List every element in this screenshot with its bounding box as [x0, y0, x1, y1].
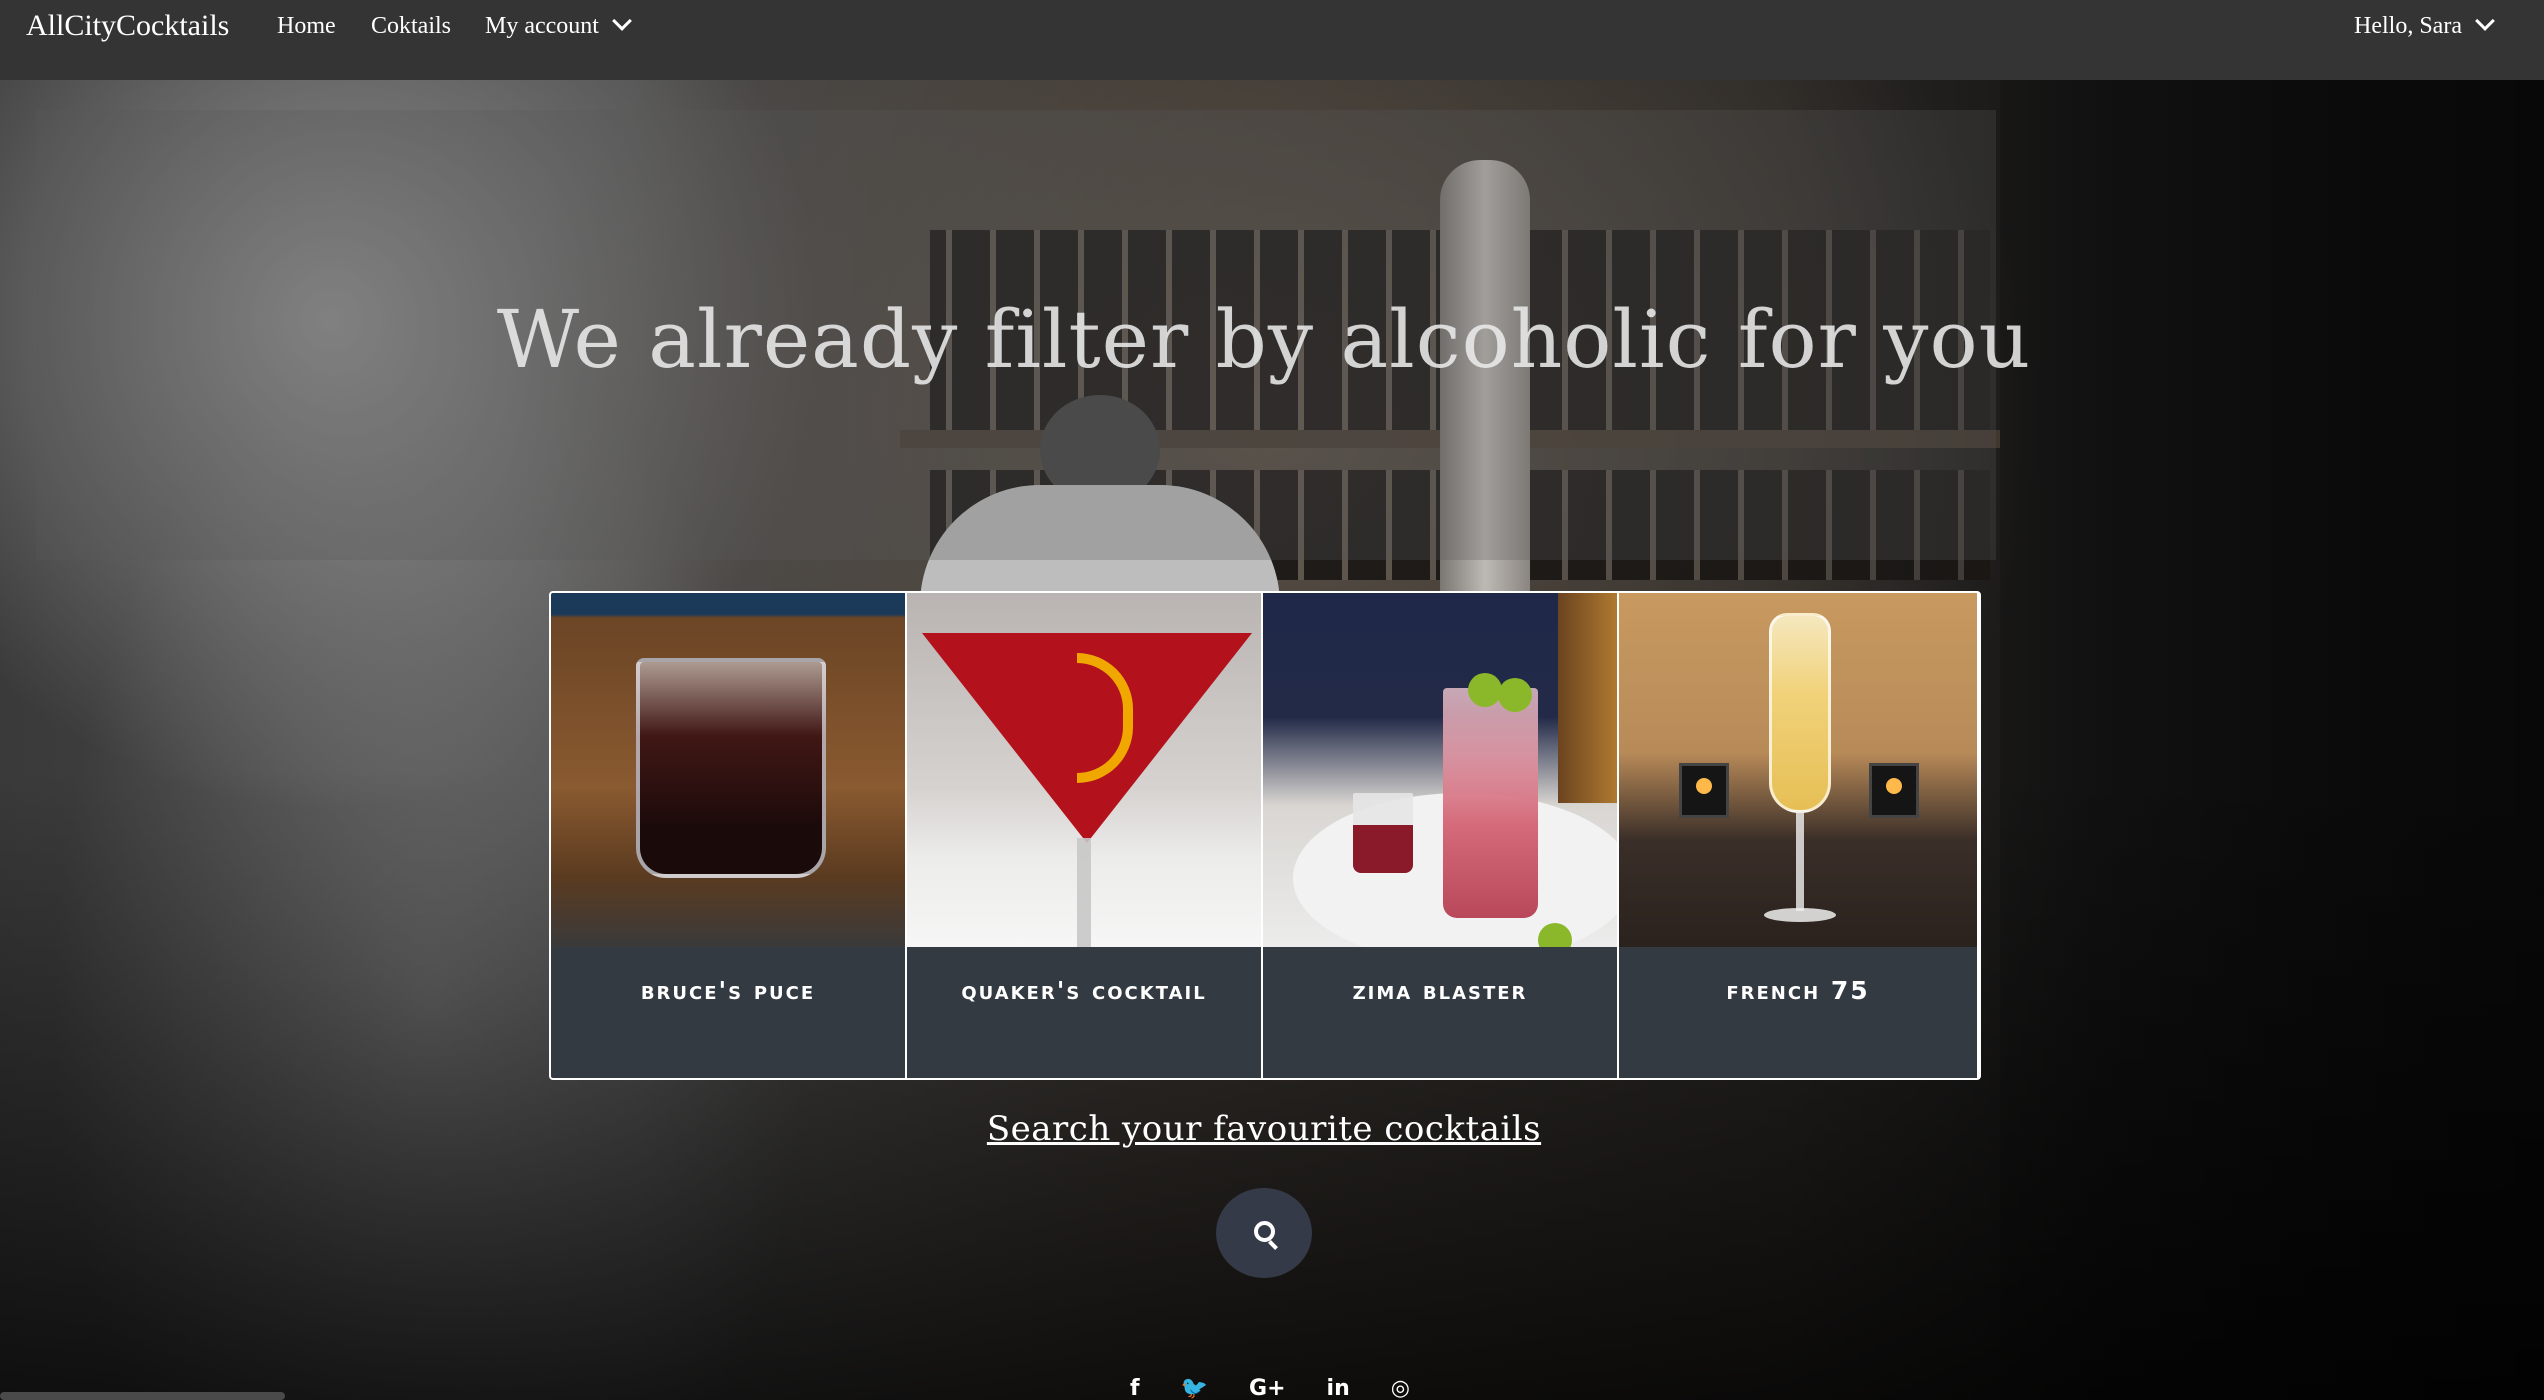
candle-drawing: [1869, 763, 1919, 818]
search-button[interactable]: [1216, 1188, 1312, 1278]
linkedin-icon[interactable]: in: [1327, 1378, 1350, 1400]
search-icon: [1254, 1221, 1275, 1242]
cocktail-image: [1263, 593, 1617, 947]
cocktail-name: Quaker's Cocktail: [907, 947, 1261, 1078]
cocktail-image: [907, 593, 1261, 947]
dribbble-icon[interactable]: ◎: [1391, 1378, 1410, 1400]
user-greeting: Hello, Sara: [2354, 13, 2462, 39]
social-links: f 🐦 G+ in ◎: [1130, 1378, 1410, 1400]
horizontal-scrollbar[interactable]: [0, 1392, 285, 1400]
top-navbar: AllCityCocktails Home Coktails My accoun…: [0, 0, 2544, 80]
champagne-flute-drawing: [1769, 613, 1831, 813]
nav-my-account-label: My account: [485, 13, 599, 39]
nav-home[interactable]: Home: [277, 10, 336, 42]
cocktail-name: Zima Blaster: [1263, 947, 1617, 1078]
cocktail-name: French 75: [1619, 947, 1977, 1078]
facebook-icon[interactable]: f: [1130, 1378, 1140, 1400]
flute-stem-drawing: [1796, 811, 1804, 911]
nav-my-account[interactable]: My account: [485, 10, 632, 42]
google-plus-icon[interactable]: G+: [1249, 1378, 1286, 1400]
twitter-icon[interactable]: 🐦: [1181, 1378, 1208, 1400]
shot-glass-drawing: [1353, 793, 1413, 873]
flute-base-drawing: [1764, 908, 1836, 922]
search-icon-handle: [1268, 1240, 1278, 1250]
cocktail-image: [1619, 593, 1977, 947]
cocktail-card[interactable]: Zima Blaster: [1263, 593, 1619, 1078]
highball-glass-drawing: [1443, 688, 1538, 918]
user-menu[interactable]: Hello, Sara: [2354, 10, 2495, 42]
cocktail-card[interactable]: French 75: [1619, 593, 1977, 1078]
candle-drawing: [1679, 763, 1729, 818]
cocktail-card[interactable]: Quaker's Cocktail: [907, 593, 1263, 1078]
cocktail-name: Bruce's Puce: [551, 947, 905, 1078]
search-cocktails-link[interactable]: Search your favourite cocktails: [0, 1105, 2528, 1153]
bottle-drawing: [1558, 593, 1617, 803]
chevron-down-icon: [2475, 11, 2495, 31]
nav-coktails[interactable]: Coktails: [371, 10, 451, 42]
grape-drawing: [1468, 673, 1502, 707]
chevron-down-icon: [612, 11, 632, 31]
cocktail-card[interactable]: Bruce's Puce: [551, 593, 907, 1078]
hero-title: We already filter by alcoholic for you: [496, 293, 2032, 386]
cocktail-card-grid: Bruce's Puce Quaker's Cocktail Zima Blas…: [549, 591, 1981, 1080]
rocks-glass-drawing: [636, 658, 826, 878]
grape-drawing: [1498, 678, 1532, 712]
brand-logo[interactable]: AllCityCocktails: [26, 8, 229, 44]
cocktail-image: [551, 593, 905, 947]
martini-stem-drawing: [1077, 838, 1091, 947]
